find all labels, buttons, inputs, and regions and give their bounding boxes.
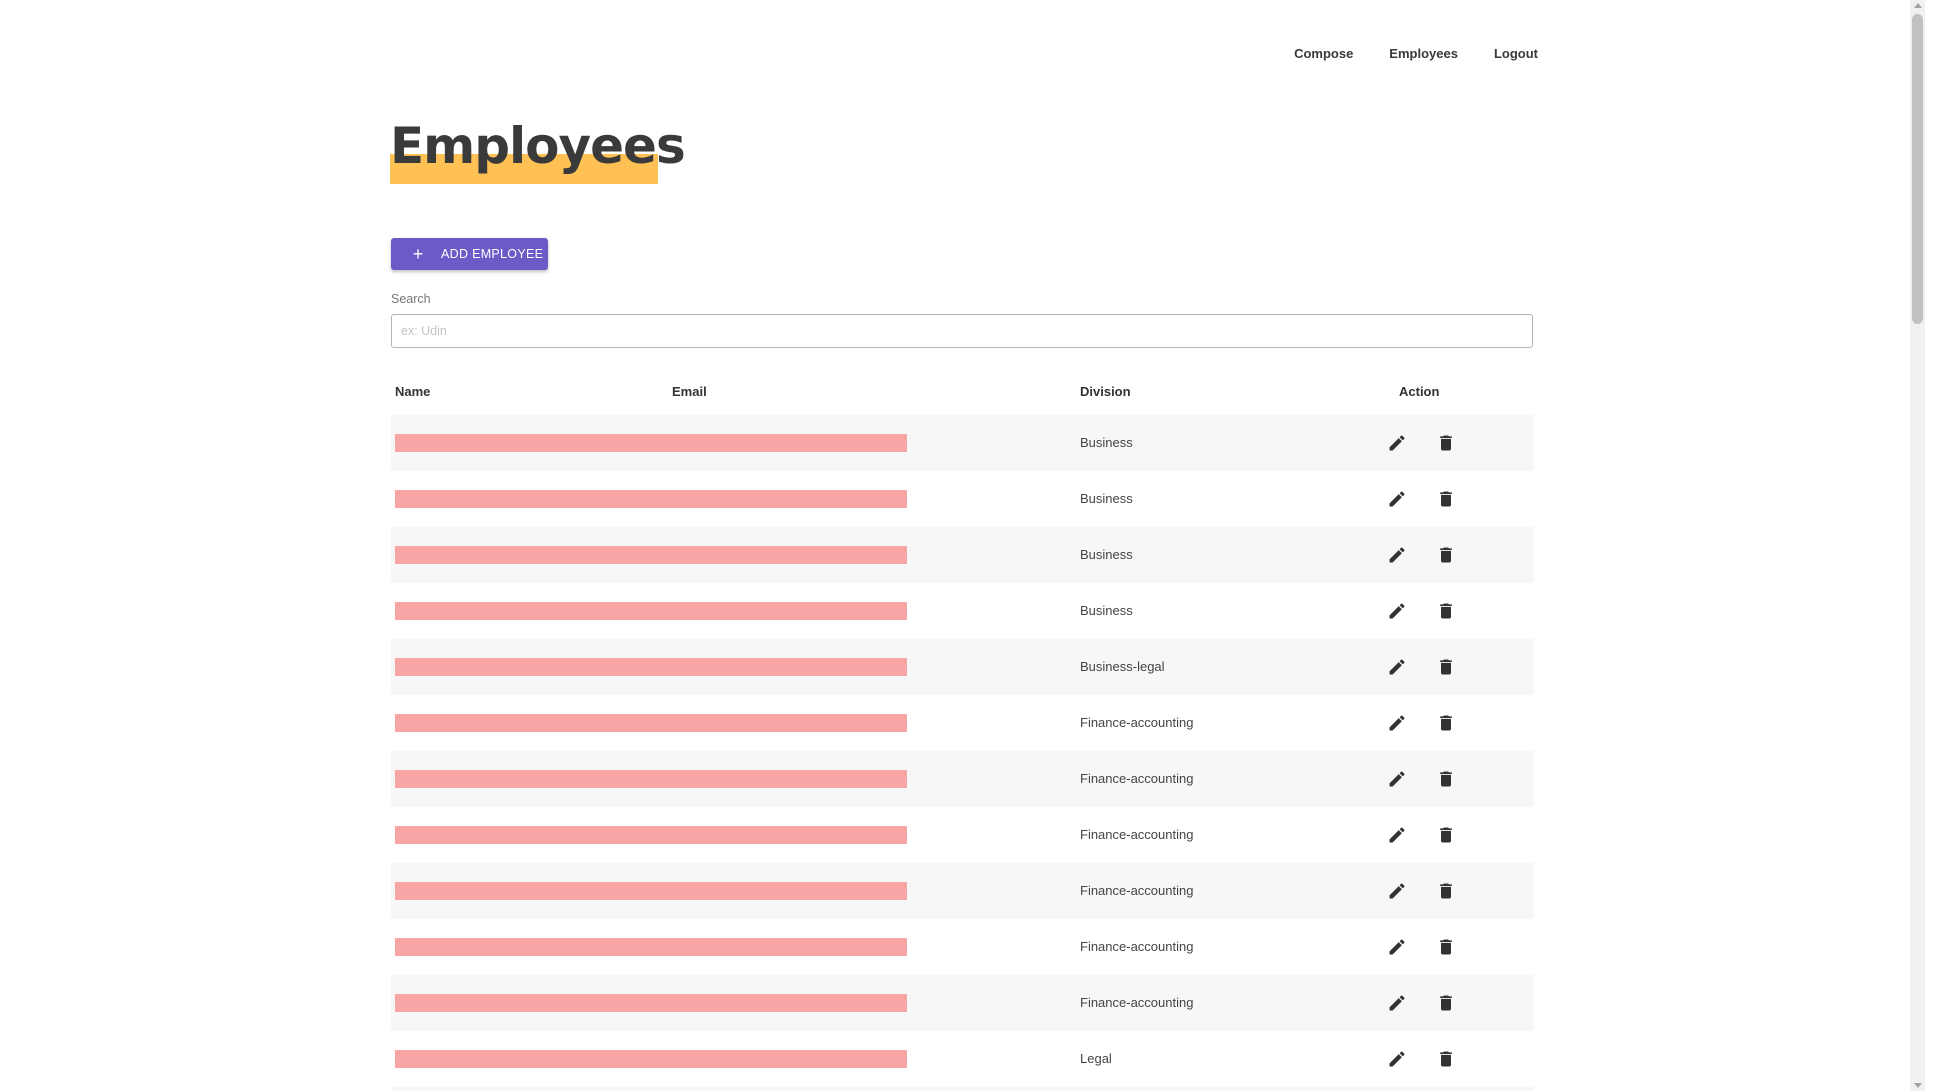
table-row: Finance-accounting	[391, 751, 1534, 807]
redacted-name-email	[395, 434, 907, 452]
division-cell: Finance-accounting	[1080, 715, 1194, 730]
table-row: Business	[391, 527, 1534, 583]
pencil-icon[interactable]	[1387, 545, 1407, 565]
scroll-down-arrow-icon[interactable]	[1914, 1083, 1922, 1088]
page: Compose Employees Logout Employees + ADD…	[0, 0, 1925, 1091]
pencil-icon[interactable]	[1387, 433, 1407, 453]
pencil-icon[interactable]	[1387, 993, 1407, 1013]
table-row: Business	[391, 583, 1534, 639]
column-header-division: Division	[1080, 384, 1131, 399]
pencil-icon[interactable]	[1387, 881, 1407, 901]
trash-icon[interactable]	[1436, 993, 1456, 1013]
table-row: Business	[391, 415, 1534, 471]
pencil-icon[interactable]	[1387, 937, 1407, 957]
pencil-icon[interactable]	[1387, 601, 1407, 621]
table-row: Legal	[391, 1031, 1534, 1087]
pencil-icon[interactable]	[1387, 769, 1407, 789]
trash-icon[interactable]	[1436, 657, 1456, 677]
plus-icon: +	[412, 244, 424, 264]
page-title-block: Employees	[390, 116, 686, 184]
table-row: Finance-accounting	[391, 807, 1534, 863]
trash-icon[interactable]	[1436, 769, 1456, 789]
redacted-name-email	[395, 882, 907, 900]
trash-icon[interactable]	[1436, 937, 1456, 957]
scroll-up-arrow-icon[interactable]	[1914, 3, 1922, 8]
employees-table: Name Email Division Action Business Busin…	[391, 375, 1534, 1091]
table-header: Name Email Division Action	[391, 375, 1534, 415]
redacted-name-email	[395, 938, 907, 956]
page-title: Employees	[390, 117, 686, 175]
division-cell: Business	[1080, 491, 1133, 506]
search-input[interactable]	[391, 314, 1533, 348]
scroll-thumb[interactable]	[1912, 14, 1923, 324]
division-cell: Business	[1080, 603, 1133, 618]
top-nav: Compose Employees Logout	[1294, 46, 1538, 61]
division-cell: Business	[1080, 435, 1133, 450]
table-row: Finance-accounting	[391, 695, 1534, 751]
redacted-name-email	[395, 546, 907, 564]
add-employee-label: ADD EMPLOYEE	[441, 247, 544, 261]
table-row: Finance-accounting	[391, 919, 1534, 975]
division-cell: Finance-accounting	[1080, 995, 1194, 1010]
table-row: Business-legal	[391, 639, 1534, 695]
pencil-icon[interactable]	[1387, 713, 1407, 733]
trash-icon[interactable]	[1436, 601, 1456, 621]
add-employee-button[interactable]: + ADD EMPLOYEE	[391, 238, 548, 270]
trash-icon[interactable]	[1436, 825, 1456, 845]
pencil-icon[interactable]	[1387, 825, 1407, 845]
trash-icon[interactable]	[1436, 433, 1456, 453]
trash-icon[interactable]	[1436, 489, 1456, 509]
trash-icon[interactable]	[1436, 545, 1456, 565]
division-cell: Finance-accounting	[1080, 939, 1194, 954]
search-label: Search	[391, 292, 431, 306]
redacted-name-email	[395, 490, 907, 508]
table-row: Finance-accounting	[391, 863, 1534, 919]
column-header-email: Email	[672, 384, 707, 399]
column-header-action: Action	[1399, 384, 1440, 399]
table-body: Business Business Business Business Business…	[391, 415, 1534, 1091]
nav-compose[interactable]: Compose	[1294, 46, 1353, 61]
redacted-name-email	[395, 1050, 907, 1068]
division-cell: Finance-accounting	[1080, 883, 1194, 898]
redacted-name-email	[395, 658, 907, 676]
division-cell: Business-legal	[1080, 659, 1165, 674]
table-row	[391, 1087, 1534, 1091]
redacted-name-email	[395, 994, 907, 1012]
division-cell: Business	[1080, 547, 1133, 562]
pencil-icon[interactable]	[1387, 657, 1407, 677]
division-cell: Finance-accounting	[1080, 827, 1194, 842]
division-cell: Legal	[1080, 1051, 1112, 1066]
column-header-name: Name	[395, 384, 431, 399]
redacted-name-email	[395, 714, 907, 732]
table-row: Finance-accounting	[391, 975, 1534, 1031]
page-scrollbar[interactable]	[1910, 0, 1925, 1091]
redacted-name-email	[395, 602, 907, 620]
pencil-icon[interactable]	[1387, 489, 1407, 509]
table-row: Business	[391, 471, 1534, 527]
redacted-name-email	[395, 826, 907, 844]
division-cell: Finance-accounting	[1080, 771, 1194, 786]
nav-employees[interactable]: Employees	[1389, 46, 1458, 61]
trash-icon[interactable]	[1436, 881, 1456, 901]
trash-icon[interactable]	[1436, 1049, 1456, 1069]
redacted-name-email	[395, 770, 907, 788]
nav-logout[interactable]: Logout	[1494, 46, 1538, 61]
pencil-icon[interactable]	[1387, 1049, 1407, 1069]
trash-icon[interactable]	[1436, 713, 1456, 733]
